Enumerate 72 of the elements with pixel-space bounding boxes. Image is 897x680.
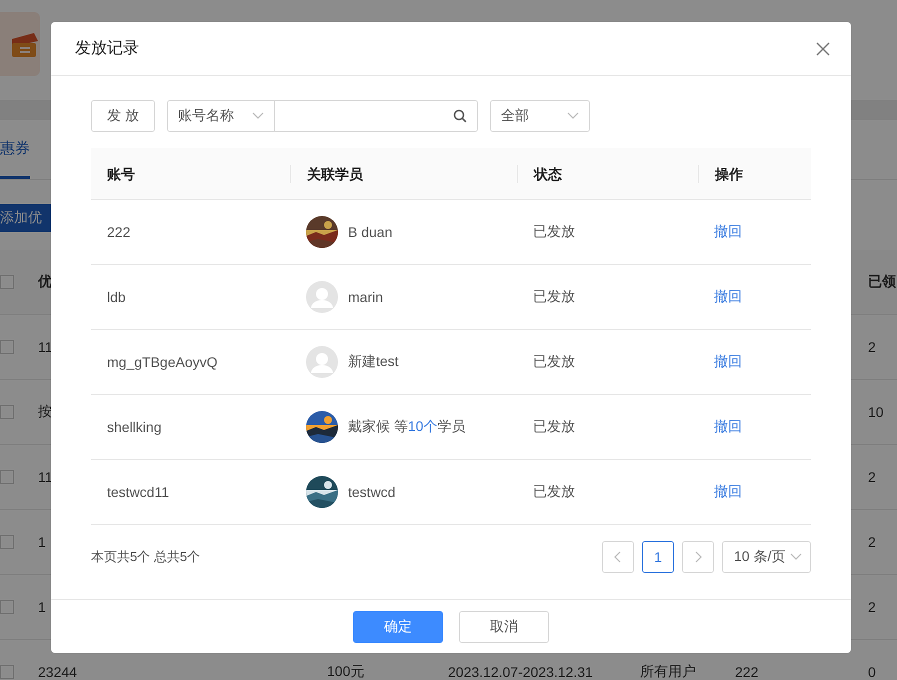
checkbox[interactable] bbox=[0, 275, 14, 289]
table-cell-text: 11 bbox=[38, 469, 54, 485]
search-icon bbox=[453, 109, 467, 123]
student-name: testwcd bbox=[348, 484, 396, 500]
logo-icon bbox=[0, 12, 40, 76]
table-cell-text: shellking bbox=[106, 419, 162, 435]
checkbox[interactable] bbox=[0, 340, 14, 354]
column-header: 账号 bbox=[106, 164, 136, 182]
checkbox[interactable] bbox=[0, 665, 14, 679]
table-cell-text: testwcd11 bbox=[106, 484, 170, 500]
table-cell-text: 222 bbox=[735, 664, 760, 680]
caret-icon bbox=[567, 112, 579, 120]
table-cell-text: 2 bbox=[868, 599, 877, 615]
table-cell-text: 所有用户 bbox=[640, 663, 697, 680]
table-cell-text: 已发放 bbox=[532, 288, 576, 306]
student-name: marin bbox=[348, 289, 384, 305]
column-header: 操作 bbox=[698, 164, 811, 182]
table-cell-text: 已发放 bbox=[532, 418, 576, 436]
close-icon[interactable] bbox=[815, 40, 831, 56]
table-cell-text: 11 bbox=[38, 339, 54, 355]
student-name: B duan bbox=[348, 224, 392, 240]
column-header: 关联学员 bbox=[290, 164, 517, 182]
field-select[interactable]: 账号名称 bbox=[167, 100, 275, 132]
students-link[interactable]: 10个 bbox=[408, 418, 438, 434]
table-cell-text: ldb bbox=[106, 289, 127, 305]
table-cell-text: 已发放 bbox=[532, 353, 576, 371]
student-name: 戴家候 等10个学员 bbox=[348, 418, 466, 436]
column-header: 状态 bbox=[517, 164, 698, 182]
table-cell-text: 1 bbox=[38, 534, 47, 550]
table-cell-text: 按 bbox=[38, 403, 53, 421]
cancel-button[interactable]: 取消 bbox=[459, 610, 549, 642]
page-button[interactable]: 1 bbox=[642, 541, 674, 573]
chevron-left-icon bbox=[614, 551, 622, 563]
next-page-button[interactable] bbox=[682, 541, 714, 573]
table-cell-text: 已发放 bbox=[532, 223, 576, 241]
ok-button[interactable]: 确定 bbox=[353, 610, 443, 642]
dialog-title: 发放记录 bbox=[75, 39, 139, 59]
table-cell-text: 100元 bbox=[327, 663, 366, 680]
table-cell-text: 10 bbox=[868, 404, 885, 420]
student-name: 新建test bbox=[348, 353, 399, 371]
caret-icon bbox=[252, 112, 264, 120]
table-cell-text: 23244 bbox=[38, 664, 78, 680]
page-size-select[interactable]: 10 条/页 bbox=[722, 541, 811, 573]
table-cell-text: 0 bbox=[868, 664, 877, 680]
revoke-link[interactable]: 撤回 bbox=[714, 353, 742, 369]
search-field[interactable] bbox=[274, 100, 478, 132]
checkbox[interactable] bbox=[0, 405, 14, 419]
page-summary: 本页共5个 总共5个 bbox=[91, 548, 200, 566]
prev-page-button[interactable] bbox=[602, 541, 634, 573]
table-cell-text: 2 bbox=[868, 469, 877, 485]
revoke-link[interactable]: 撤回 bbox=[714, 288, 742, 304]
table-cell-text: 2023.12.07-2023.12.31 bbox=[448, 664, 594, 680]
caret-icon bbox=[790, 553, 802, 561]
avatar-icon bbox=[306, 346, 338, 378]
table-cell-text: 2 bbox=[868, 534, 877, 550]
revoke-link[interactable]: 撤回 bbox=[714, 483, 742, 499]
checkbox[interactable] bbox=[0, 535, 14, 549]
table-cell-text: 2 bbox=[868, 339, 877, 355]
issue-button[interactable]: 发 放 bbox=[91, 100, 155, 132]
checkbox[interactable] bbox=[0, 470, 14, 484]
column-header: 已领 bbox=[868, 273, 897, 291]
revoke-link[interactable]: 撤回 bbox=[714, 418, 742, 434]
table-cell-text: 222 bbox=[106, 224, 132, 240]
tab[interactable]: 惠券 bbox=[0, 120, 30, 179]
chevron-right-icon bbox=[694, 551, 702, 563]
avatar-icon bbox=[306, 281, 338, 313]
table-cell-text: 1 bbox=[38, 599, 47, 615]
table-cell-text: mg_gTBgeAoyvQ bbox=[106, 354, 218, 370]
checkbox[interactable] bbox=[0, 600, 14, 614]
revoke-link[interactable]: 撤回 bbox=[714, 223, 742, 239]
table-cell-text: 已发放 bbox=[532, 483, 576, 501]
status-select[interactable]: 全部 bbox=[490, 100, 590, 132]
